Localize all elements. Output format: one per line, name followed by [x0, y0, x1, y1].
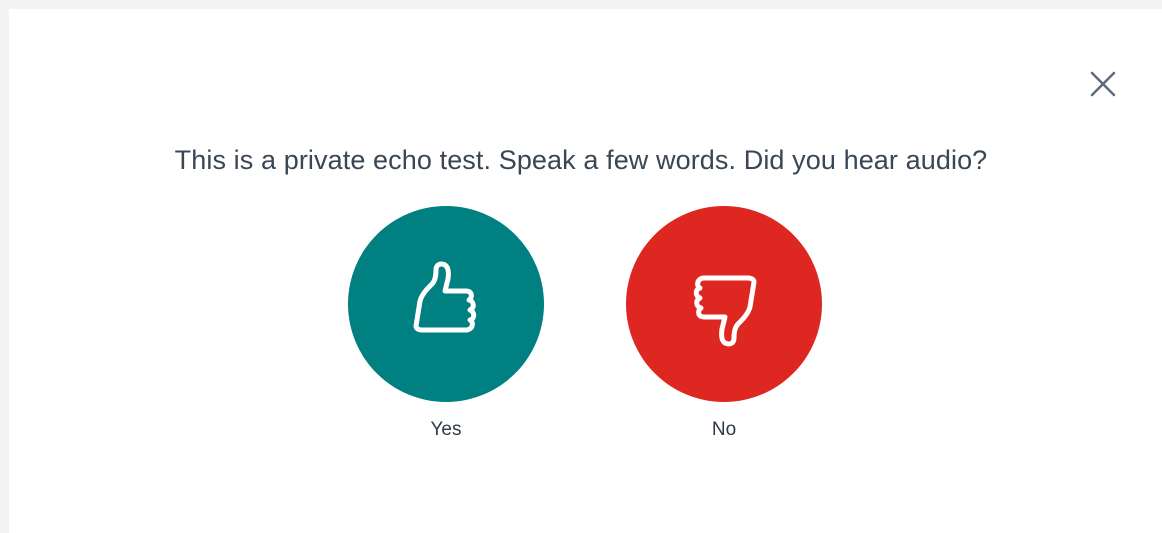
- close-icon: [1090, 71, 1116, 97]
- page: This is a private echo test. Speak a few…: [0, 0, 1162, 533]
- background-strip-top: [0, 0, 1162, 9]
- yes-label: Yes: [430, 419, 462, 440]
- no-circle[interactable]: [626, 206, 822, 402]
- echo-test-modal: [9, 9, 1162, 533]
- background-strip-left: [0, 9, 9, 533]
- thumbs-up-icon: [413, 261, 477, 333]
- no-button[interactable]: No: [626, 206, 822, 441]
- yes-button[interactable]: Yes: [348, 206, 544, 441]
- no-label: No: [711, 419, 737, 440]
- echo-test-prompt: This is a private echo test. Speak a few…: [174, 145, 988, 175]
- thumbs-down-icon: [693, 275, 757, 347]
- yes-circle[interactable]: [348, 206, 544, 402]
- close-button[interactable]: [1083, 64, 1123, 104]
